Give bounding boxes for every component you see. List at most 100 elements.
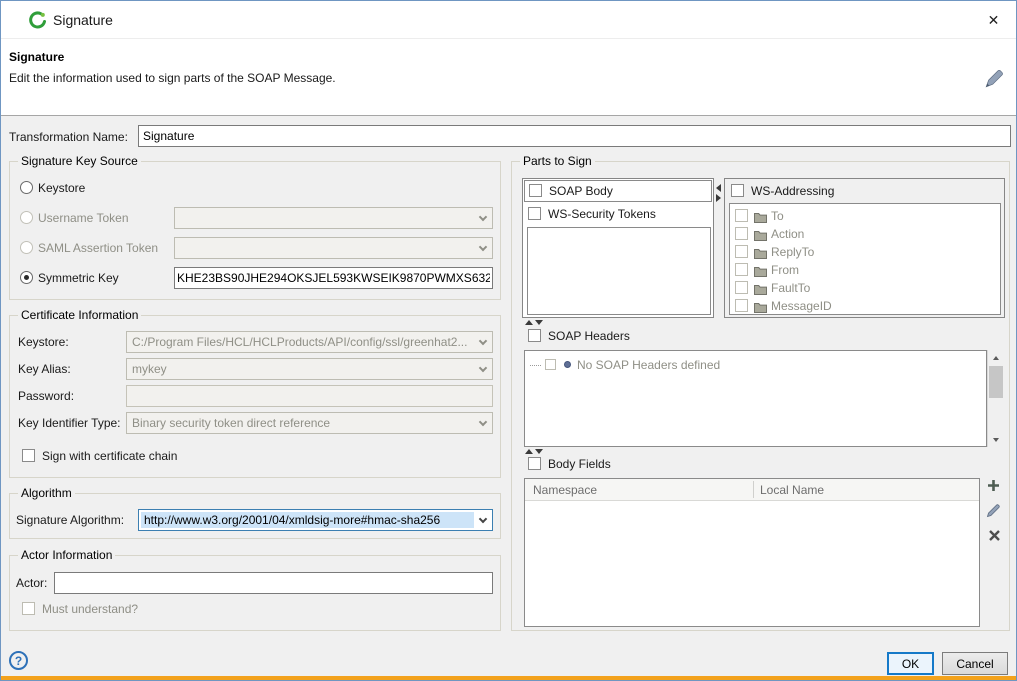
soap-headers-checkbox[interactable] [528, 329, 541, 342]
splitter-expand-down-icon[interactable] [535, 320, 543, 325]
ok-button[interactable]: OK [887, 652, 934, 675]
splitter-expand-down-icon[interactable] [535, 449, 543, 454]
actor-information-group: Actor Information Actor: Must understand… [9, 555, 501, 631]
transformation-name-label: Transformation Name: [9, 130, 128, 144]
key-alias-label: Key Alias: [18, 362, 71, 376]
body-fields-checkbox[interactable] [528, 457, 541, 470]
keystore-radio-label: Keystore [38, 181, 85, 195]
signature-algorithm-combo[interactable]: http://www.w3.org/2001/04/xmldsig-more#h… [138, 509, 493, 531]
keystore-radio[interactable] [20, 181, 33, 194]
actor-input[interactable] [54, 572, 493, 594]
actor-information-title: Actor Information [18, 548, 115, 562]
ws-addressing-panel: WS-Addressing To Action ReplyTo From Fau… [724, 178, 1005, 318]
chevron-down-icon [474, 413, 492, 433]
close-button[interactable]: ✕ [971, 1, 1016, 39]
cancel-button-label: Cancel [956, 657, 993, 671]
algorithm-title: Algorithm [18, 486, 75, 500]
soap-body-row[interactable]: SOAP Body [524, 180, 712, 202]
scroll-up-icon[interactable] [988, 350, 1004, 365]
no-soap-headers-text: No SOAP Headers defined [577, 358, 720, 372]
ws-item-label[interactable]: To [771, 209, 784, 223]
soap-headers-label: SOAP Headers [548, 329, 630, 343]
cancel-button[interactable]: Cancel [942, 652, 1008, 675]
delete-x-icon [988, 529, 1001, 547]
help-button[interactable]: ? [9, 651, 28, 670]
splitter-expand-right-icon[interactable] [716, 194, 721, 202]
chevron-down-icon [474, 510, 492, 530]
username-token-radio-label: Username Token [38, 211, 129, 225]
ws-item-checkbox [735, 263, 748, 276]
soap-headers-scrollbar[interactable] [987, 350, 1004, 447]
saml-token-radio-label: SAML Assertion Token [38, 241, 158, 255]
cert-keystore-combo: C:/Program Files/HCL/HCLProducts/API/con… [126, 331, 493, 353]
ws-addressing-label: WS-Addressing [751, 184, 834, 198]
transformation-name-input[interactable] [138, 125, 1011, 147]
chevron-down-icon [474, 332, 492, 352]
soap-parts-empty-list [527, 227, 711, 315]
body-fields-table: Namespace Local Name [524, 478, 980, 627]
saml-token-combo [174, 237, 493, 259]
ws-item-label[interactable]: FaultTo [771, 281, 810, 295]
cert-keystore-label: Keystore: [18, 335, 69, 349]
certificate-chain-checkbox-label: Sign with certificate chain [42, 449, 177, 463]
username-token-radio [20, 211, 33, 224]
folder-icon [754, 300, 767, 318]
add-body-field-button[interactable] [985, 480, 1001, 496]
soap-body-checkbox[interactable] [529, 184, 542, 197]
column-header-namespace[interactable]: Namespace [533, 483, 597, 497]
chevron-down-icon [474, 238, 492, 258]
splitter-collapse-up-icon[interactable] [525, 449, 533, 454]
certificate-chain-checkbox[interactable] [22, 449, 35, 462]
dialog-header: Signature Edit the information used to s… [1, 39, 1016, 116]
cert-keystore-combo-value: C:/Program Files/HCL/HCLProducts/API/con… [127, 335, 474, 349]
saml-token-radio [20, 241, 33, 254]
title-bar: Signature ✕ [1, 1, 1016, 39]
signature-key-source-title: Signature Key Source [18, 154, 141, 168]
key-identifier-type-combo-value: Binary security token direct reference [127, 416, 474, 430]
soap-parts-panel: SOAP Body WS-Security Tokens [522, 178, 714, 318]
soap-header-node-checkbox [545, 359, 556, 370]
signature-pen-icon [984, 69, 1004, 89]
tree-connector [530, 365, 541, 366]
parts-to-sign-group: Parts to Sign SOAP Body WS-Security Toke… [511, 161, 1010, 631]
username-token-combo [174, 207, 493, 229]
tree-node-icon [564, 361, 571, 368]
folder-icon [754, 246, 767, 264]
ws-addressing-checkbox[interactable] [731, 184, 744, 197]
ws-item-checkbox [735, 209, 748, 222]
brand-accent-strip [1, 676, 1016, 680]
symmetric-key-radio[interactable] [20, 271, 33, 284]
scrollbar-thumb[interactable] [989, 366, 1003, 398]
ws-item-checkbox [735, 227, 748, 240]
algorithm-group: Algorithm Signature Algorithm: http://ww… [9, 493, 501, 539]
folder-icon [754, 282, 767, 300]
ws-security-tokens-checkbox[interactable] [528, 207, 541, 220]
soap-headers-tree: No SOAP Headers defined [524, 350, 987, 447]
splitter-collapse-left-icon[interactable] [716, 184, 721, 192]
key-alias-combo: mykey [126, 358, 493, 380]
ws-item-label[interactable]: ReplyTo [771, 245, 814, 259]
close-icon: ✕ [988, 12, 1000, 29]
ws-item-label[interactable]: From [771, 263, 799, 277]
edit-pencil-icon [986, 503, 1001, 523]
edit-body-field-button[interactable] [985, 505, 1001, 521]
header-description: Edit the information used to sign parts … [9, 71, 336, 85]
splitter-collapse-up-icon[interactable] [525, 320, 533, 325]
ok-button-label: OK [902, 657, 919, 671]
scroll-down-icon[interactable] [988, 432, 1004, 447]
column-divider[interactable] [753, 481, 754, 498]
column-header-local-name[interactable]: Local Name [760, 483, 824, 497]
ws-item-label[interactable]: Action [771, 227, 804, 241]
ws-item-label[interactable]: MessageID [771, 299, 832, 313]
delete-body-field-button[interactable] [986, 530, 1002, 546]
symmetric-key-input[interactable] [174, 267, 493, 289]
chevron-down-icon [474, 359, 492, 379]
help-question-icon: ? [15, 654, 22, 668]
signature-algorithm-combo-value: http://www.w3.org/2001/04/xmldsig-more#h… [141, 512, 474, 528]
password-label: Password: [18, 389, 74, 403]
window-title: Signature [53, 1, 113, 39]
app-icon [28, 10, 48, 30]
actor-label: Actor: [16, 576, 47, 590]
folder-icon [754, 264, 767, 282]
signature-algorithm-label: Signature Algorithm: [16, 513, 124, 527]
